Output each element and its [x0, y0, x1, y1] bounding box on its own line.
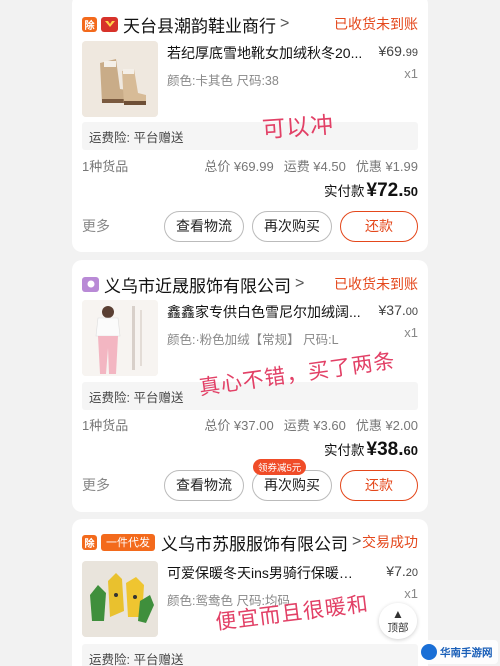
freight-insurance: 运费险: 平台赠送: [82, 644, 418, 666]
view-logistics-button[interactable]: 查看物流: [164, 210, 244, 242]
item-count: 1种货品: [82, 158, 129, 174]
paid-dec: 60: [403, 443, 418, 458]
total-price: 总价 ¥69.99: [204, 158, 274, 174]
shop-name[interactable]: 义乌市近晟服饰有限公司: [104, 272, 291, 297]
product-thumbnail[interactable]: [82, 41, 158, 117]
product-title: 若纪厚底雪地靴女加绒秋冬20...: [167, 45, 363, 61]
order-summary: 1种货品 总价 ¥37.00 运费 ¥3.60 优惠 ¥2.00: [82, 413, 418, 435]
rebuy-label: 再次购买: [264, 477, 320, 493]
pay-badge: 除: [82, 16, 97, 32]
order-actions: 更多 查看物流 再次购买 还款: [82, 210, 418, 242]
price-int: ¥7.: [386, 563, 406, 579]
product-thumbnail[interactable]: [82, 561, 158, 637]
shop-logo-icon: [82, 276, 99, 292]
product-title: 可爱保暖冬天ins男骑行保暖防寒...: [167, 565, 365, 581]
chevron-right-icon[interactable]: >: [295, 275, 304, 293]
paid-amount: 实付款 ¥72.50: [324, 180, 418, 204]
shop-header[interactable]: 除 天台县潮韵鞋业商行 > 已收货未到账: [82, 10, 418, 38]
paid-int: ¥38.: [366, 439, 404, 460]
more-button[interactable]: 更多: [82, 216, 110, 236]
freight-insurance: 运费险: 平台赠送: [82, 122, 418, 150]
product-price: ¥69.99: [358, 43, 419, 59]
chevron-right-icon[interactable]: >: [280, 15, 289, 33]
product-qty: x1: [404, 325, 418, 340]
shop-name[interactable]: 天台县潮韵鞋业商行: [123, 12, 276, 37]
back-to-top-button[interactable]: ▲ 顶部: [379, 603, 417, 639]
shop-header[interactable]: 除 一件代发 义乌市苏服服饰有限公司 > 交易成功: [82, 528, 418, 556]
total-price: 总价 ¥37.00: [204, 417, 274, 433]
order-card: 除 一件代发 义乌市苏服服饰有限公司 > 交易成功 可爱保暖冬天ins男骑行保暖…: [72, 519, 428, 666]
shop-name[interactable]: 义乌市苏服服饰有限公司: [161, 530, 348, 555]
order-list-page: 除 天台县潮韵鞋业商行 > 已收货未到账 若纪厚底雪地靴女加绒秋冬20... 颜…: [0, 0, 500, 666]
product-title: 鑫鑫家专供白色雪尼尔加绒阔...: [167, 304, 361, 320]
order-status: 已收货未到账: [334, 276, 418, 292]
price-dec: 99: [405, 47, 418, 59]
view-logistics-button[interactable]: 查看物流: [164, 469, 244, 501]
product-qty: x1: [404, 66, 418, 81]
item-count: 1种货品: [82, 417, 129, 433]
more-button[interactable]: 更多: [82, 475, 110, 495]
paid-label: 实付款: [324, 443, 365, 458]
repay-button[interactable]: 还款: [340, 210, 418, 242]
watermark-text: 华南手游网: [440, 646, 493, 659]
price-int: ¥69.: [378, 43, 406, 59]
discount: 优惠 ¥2.00: [355, 417, 418, 433]
arrow-up-icon: ▲: [392, 606, 404, 621]
paid-label: 实付款: [324, 184, 365, 199]
shop-logo-icon: [101, 16, 118, 32]
back-to-top-label: 顶部: [387, 621, 409, 634]
paid-dec: 50: [403, 184, 418, 199]
discount: 优惠 ¥1.99: [355, 158, 418, 174]
pay-badge: 除: [82, 534, 97, 550]
freight-price: 运费 ¥3.60: [283, 417, 346, 433]
repay-button[interactable]: 还款: [340, 469, 418, 501]
order-status: 交易成功: [362, 534, 418, 550]
order-card: 除 天台县潮韵鞋业商行 > 已收货未到账 若纪厚底雪地靴女加绒秋冬20... 颜…: [72, 0, 428, 252]
product-spec: 颜色:·粉色加绒【常规】 尺码:L: [167, 333, 339, 347]
price-int: ¥37.: [378, 302, 406, 318]
product-price: ¥37.00: [358, 302, 419, 318]
watermark-logo-icon: [421, 644, 437, 660]
product-thumbnail[interactable]: [82, 300, 158, 376]
order-actions: 更多 查看物流 领券减5元再次购买 还款: [82, 458, 418, 501]
product-item[interactable]: 若纪厚底雪地靴女加绒秋冬20... 颜色:卡其色 尺码:38 ¥69.99 x1: [82, 41, 418, 121]
chevron-right-icon[interactable]: >: [352, 533, 361, 551]
price-dec: 00: [405, 306, 418, 318]
paid-int: ¥72.: [366, 180, 404, 201]
shop-header[interactable]: 义乌市近晟服饰有限公司 > 已收货未到账: [82, 270, 418, 298]
price-dec: 20: [405, 567, 418, 579]
rebuy-button[interactable]: 领券减5元再次购买: [252, 458, 332, 501]
product-spec: 颜色:卡其色 尺码:38: [167, 74, 279, 88]
paid-amount: 实付款 ¥38.60: [324, 439, 418, 463]
product-price: ¥7.20: [358, 563, 418, 579]
coupon-badge: 领券减5元: [253, 458, 307, 475]
dropship-tag: 一件代发: [101, 533, 155, 551]
order-status: 已收货未到账: [334, 16, 418, 32]
watermark: 华南手游网: [418, 640, 498, 664]
rebuy-button[interactable]: 再次购买: [252, 210, 332, 242]
freight-price: 运费 ¥4.50: [283, 158, 346, 174]
order-summary: 1种货品 总价 ¥69.99 运费 ¥4.50 优惠 ¥1.99: [82, 154, 418, 176]
handwritten-note: 可以冲: [261, 112, 336, 144]
